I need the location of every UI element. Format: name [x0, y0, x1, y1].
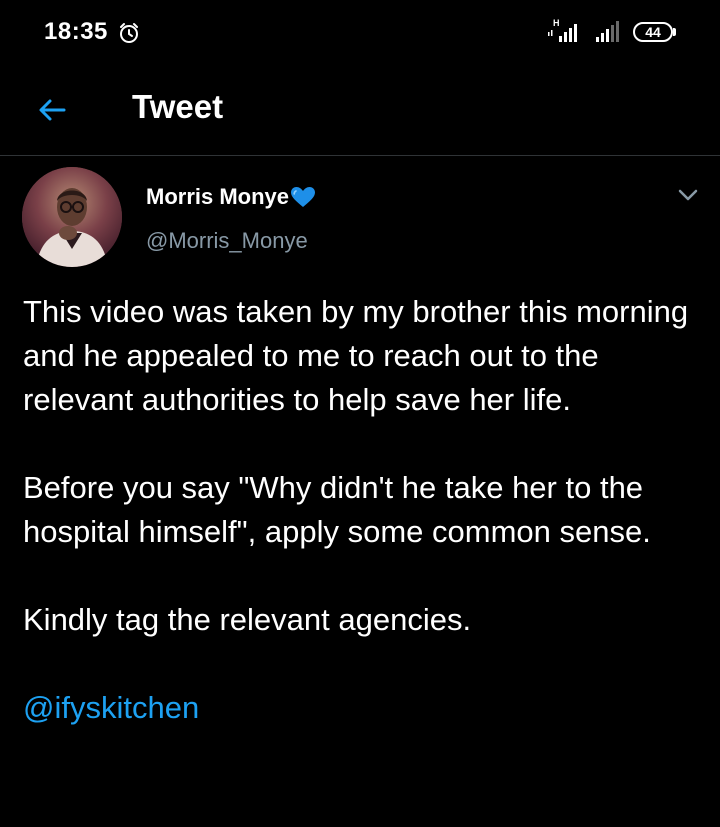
alarm-icon: [120, 23, 138, 43]
mention-link[interactable]: @ifyskitchen: [23, 686, 703, 730]
tweet-paragraph: Kindly tag the relevant agencies.: [23, 602, 472, 637]
tweet-paragraph: Before you say "Why didn't he take her t…: [23, 470, 651, 549]
chevron-down-icon[interactable]: [676, 186, 700, 204]
status-time: 18:35: [44, 18, 108, 45]
signal-icon: H: [548, 18, 577, 42]
page-title: Tweet: [132, 88, 224, 125]
blue-heart-icon: [291, 187, 316, 207]
author-name[interactable]: Morris Monye: [146, 184, 289, 210]
avatar[interactable]: [22, 167, 122, 267]
avatar-image: [22, 167, 122, 267]
tweet-paragraph: This video was taken by my brother this …: [23, 294, 689, 417]
tweet: Morris Monye @Morris_Monye This video wa…: [0, 156, 720, 827]
signal-group: H: [546, 18, 624, 44]
header: Tweet: [0, 66, 720, 156]
status-bar: 18:35 H 44: [0, 0, 720, 66]
network-type-label: H: [553, 18, 560, 28]
battery-level: 44: [645, 24, 661, 40]
signal-icon-secondary: [596, 21, 619, 42]
arrow-left-icon: [39, 99, 66, 121]
author-name-row: Morris Monye: [146, 184, 316, 210]
battery-icon: 44: [633, 22, 673, 42]
back-button[interactable]: [30, 88, 74, 132]
battery-cap: [673, 28, 676, 36]
tweet-body: This video was taken by my brother this …: [23, 290, 703, 730]
author-handle[interactable]: @Morris_Monye: [146, 228, 308, 254]
